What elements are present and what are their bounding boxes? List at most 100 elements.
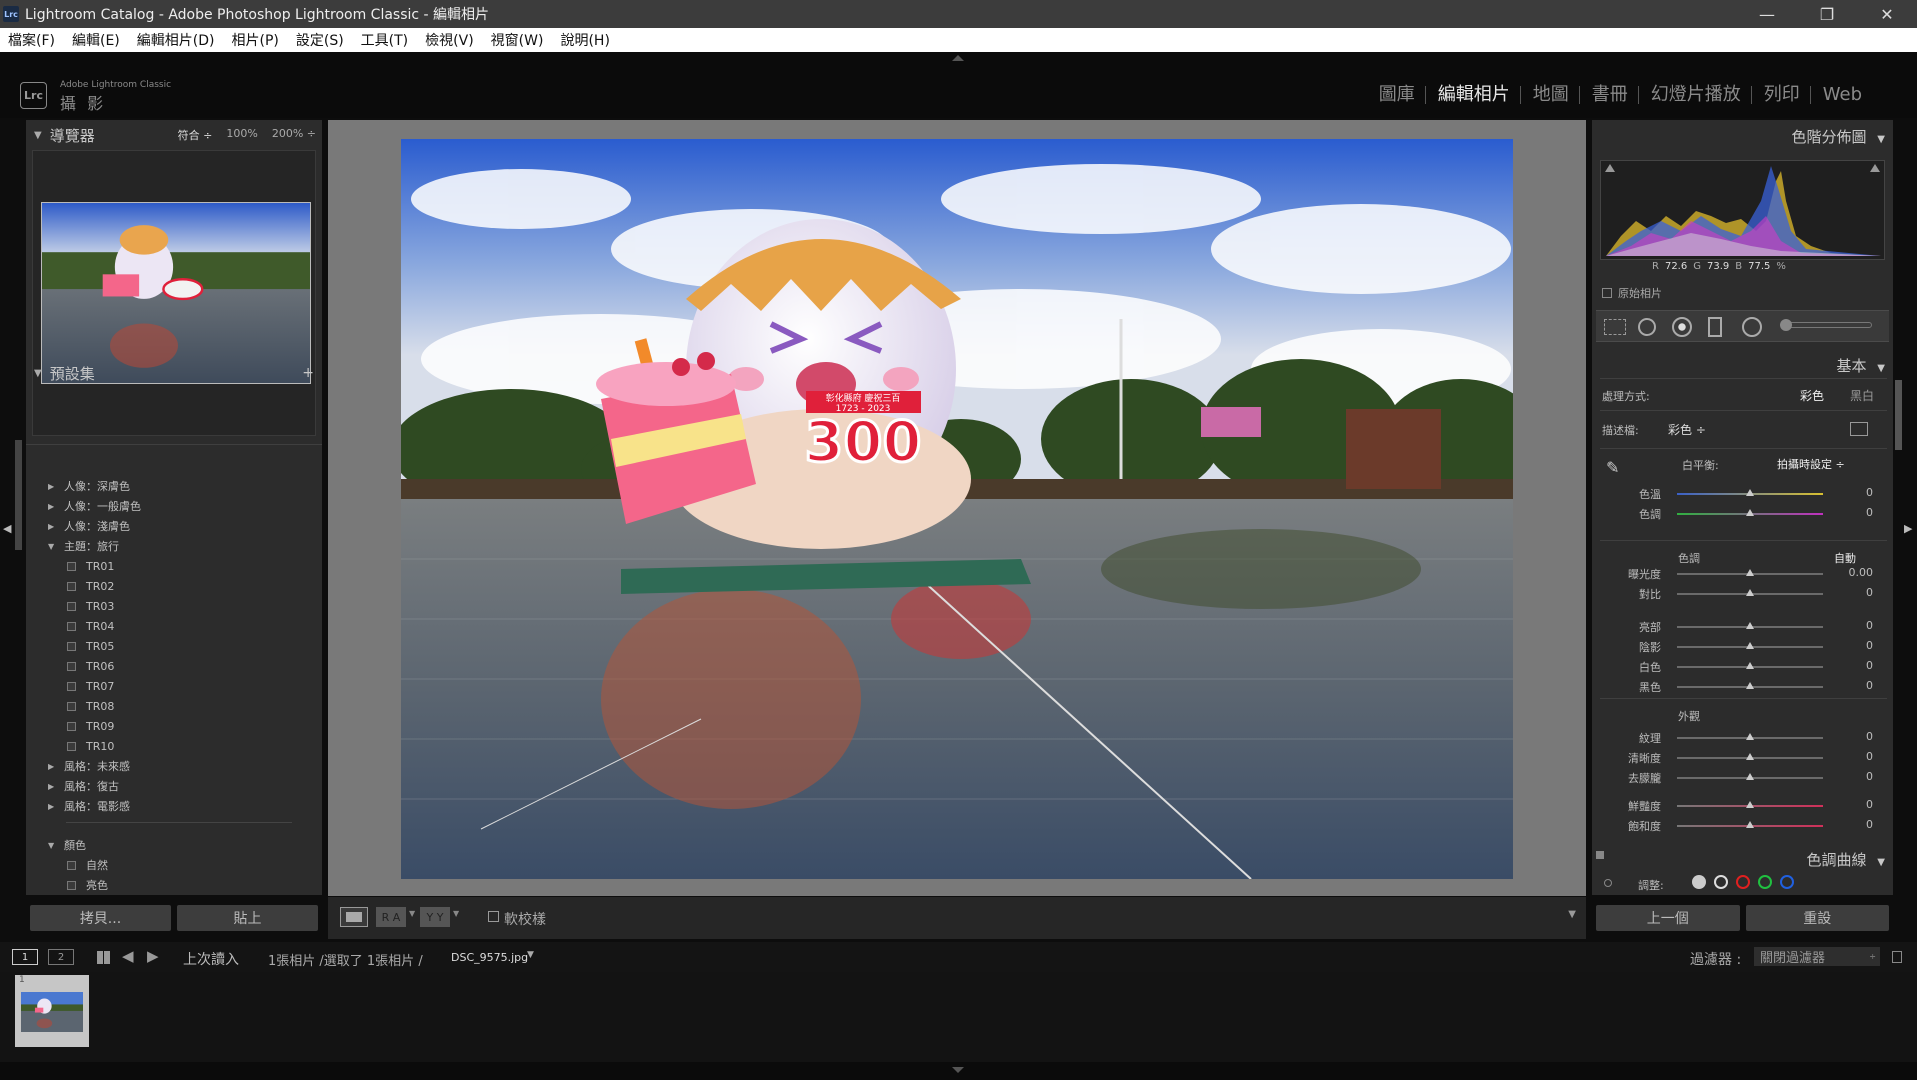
preset-item[interactable]: 自然 [26,855,322,875]
slider-value[interactable]: 0 [1833,679,1873,692]
top-panel-toggle-icon[interactable] [952,55,964,61]
primary-window-button[interactable]: 1 [12,949,38,965]
original-photo-checkbox[interactable] [1602,288,1612,298]
module-map[interactable]: 地圖 [1519,86,1579,104]
dropdown-arrow-icon[interactable]: ▼ [527,950,534,960]
module-develop[interactable]: 編輯相片 [1424,86,1520,104]
filter-lock-icon[interactable] [1892,951,1902,963]
slider-knob[interactable] [1746,801,1754,808]
left-panel-toggle-icon[interactable]: ◀ [3,522,11,535]
slider-knob[interactable] [1746,589,1754,596]
slider-5[interactable]: 陰影 0 [1592,637,1893,655]
dropdown-arrow-icon[interactable]: ▼ [409,909,415,918]
zoom-100[interactable]: 100% [226,127,257,143]
previous-button[interactable]: 上一個 [1596,905,1740,931]
filter-dropdown[interactable]: 關閉過濾器 ÷ [1754,947,1880,966]
preset-group-portrait-light[interactable]: ▶ 人像：淺膚色 [26,516,322,536]
right-scrollbar[interactable] [1895,380,1902,450]
white-balance-eyedropper-icon[interactable]: ✎ [1606,458,1628,480]
slider-1[interactable]: 色調 0 [1592,504,1893,522]
left-scrollbar[interactable] [15,440,22,550]
secondary-window-button[interactable]: 2 [48,949,74,965]
preset-item[interactable]: TR07 [26,676,322,696]
preset-item[interactable]: TR02 [26,576,322,596]
slider-value[interactable]: 0 [1833,659,1873,672]
preset-item[interactable]: TR10 [26,736,322,756]
preset-group-portrait-dark[interactable]: ▶ 人像：深膚色 [26,476,322,496]
copy-button[interactable]: 拷貝... [30,905,171,931]
auto-button[interactable]: 自動 [1834,550,1856,566]
preset-group-cinematic[interactable]: ▶ 風格：電影感 [26,796,322,816]
slider-9[interactable]: 清晰度 0 [1592,748,1893,766]
crop-tool-icon[interactable] [1604,319,1626,335]
grid-view-icon[interactable] [97,951,110,964]
zoom-200[interactable]: 200% ÷ [272,127,316,143]
treatment-color[interactable]: 彩色 [1800,387,1824,404]
target-adjust-icon[interactable] [1604,879,1612,887]
paste-button[interactable]: 貼上 [177,905,318,931]
filmstrip-source[interactable]: 上次讀入 [183,949,239,969]
right-panel-toggle-icon[interactable]: ▶ [1904,522,1912,535]
menu-help[interactable]: 說明(H) [552,30,618,50]
navigator-header[interactable]: ▼ 導覽器 符合 ÷ 100% 200% ÷ [26,120,322,150]
toolbar-menu-icon[interactable]: ▼ [1568,909,1576,920]
restore-button[interactable]: ❐ [1797,0,1857,28]
red-channel-icon[interactable] [1736,875,1750,889]
back-arrow-icon[interactable]: ◀ [122,947,134,965]
point-curve-icon[interactable] [1714,875,1728,889]
slider-knob[interactable] [1746,569,1754,576]
green-channel-icon[interactable] [1758,875,1772,889]
menu-window[interactable]: 視窗(W) [483,30,553,50]
white-balance-dropdown[interactable]: 拍攝時設定 ÷ [1777,456,1845,472]
before-after-split-button[interactable]: Y Y [420,907,450,927]
slider-value[interactable]: 0 [1833,770,1873,783]
slider-value[interactable]: 0 [1833,730,1873,743]
menu-develop[interactable]: 編輯相片(D) [129,30,224,50]
slider-value[interactable]: 0 [1833,586,1873,599]
adjustment-brush-slider[interactable] [1786,322,1872,328]
slider-value[interactable]: 0 [1833,486,1873,499]
preset-group-vintage[interactable]: ▶ 風格：復古 [26,776,322,796]
slider-knob[interactable] [1746,773,1754,780]
preset-item[interactable]: 亮色 [26,875,322,895]
slider-0[interactable]: 色溫 0 [1592,484,1893,502]
slider-8[interactable]: 紋理 0 [1592,728,1893,746]
spot-removal-icon[interactable] [1638,318,1656,336]
slider-6[interactable]: 白色 0 [1592,657,1893,675]
filmstrip-thumbnail[interactable]: 1 [15,975,89,1047]
profile-dropdown[interactable]: 彩色 ÷ [1668,421,1706,438]
module-web[interactable]: Web [1809,86,1872,104]
preset-item[interactable]: TR08 [26,696,322,716]
soft-proof-checkbox[interactable] [488,911,499,922]
add-preset-icon[interactable]: + [302,365,322,381]
module-library[interactable]: 圖庫 [1367,86,1425,104]
preset-group-futuristic[interactable]: ▶ 風格：未來感 [26,756,322,776]
histogram[interactable] [1600,160,1885,260]
presets-header[interactable]: ▼ 預設集 + [26,358,322,388]
zoom-fit[interactable]: 符合 ÷ [178,127,213,143]
red-eye-icon[interactable] [1672,317,1692,337]
treatment-bw[interactable]: 黑白 [1850,387,1874,404]
profile-browser-icon[interactable] [1850,422,1868,436]
slider-12[interactable]: 飽和度 0 [1592,816,1893,834]
original-photo-toggle[interactable]: 原始相片 [1602,285,1662,301]
slider-value[interactable]: 0 [1833,506,1873,519]
slider-11[interactable]: 鮮豔度 0 [1592,796,1893,814]
tone-curve-header[interactable]: 色調曲線 ▼ [1807,849,1886,870]
histogram-header[interactable]: 色階分佈圖 ▼ [1792,126,1886,147]
before-after-button[interactable]: R A [376,907,406,927]
module-print[interactable]: 列印 [1750,86,1810,104]
filmstrip-filename[interactable]: DSC_9575.jpg [451,951,528,964]
menu-tools[interactable]: 工具(T) [353,30,417,50]
minimize-button[interactable]: — [1737,0,1797,28]
preset-item[interactable]: TR09 [26,716,322,736]
dropdown-arrow-icon[interactable]: ▼ [453,909,459,918]
preset-group-travel[interactable]: ▼ 主題：旅行 [26,536,322,556]
basic-header[interactable]: 基本 ▼ [1837,355,1886,376]
slider-knob[interactable] [1746,753,1754,760]
main-photo[interactable]: 彰化縣府 慶祝三百 1723 - 2023 300 [401,139,1513,879]
bottom-panel-toggle-icon[interactable] [952,1067,964,1073]
blue-channel-icon[interactable] [1780,875,1794,889]
slider-value[interactable]: 0 [1833,798,1873,811]
reset-button[interactable]: 重設 [1745,905,1889,931]
